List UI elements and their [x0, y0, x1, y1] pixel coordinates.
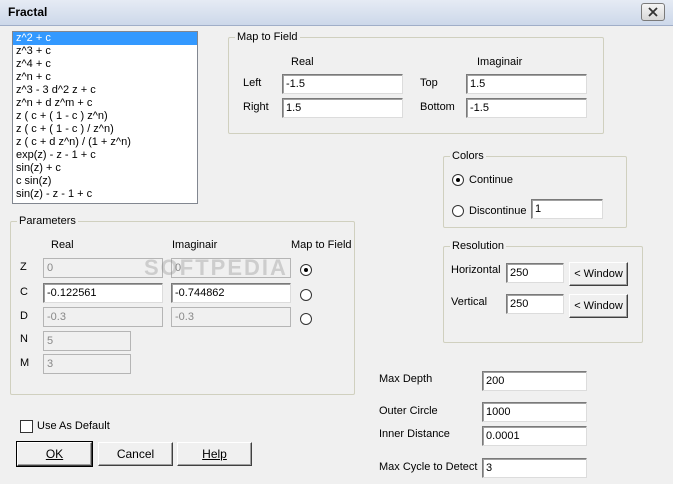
formula-list-item[interactable]: z^n + d z^m + c: [13, 97, 197, 110]
discontinue-field[interactable]: 1: [531, 199, 603, 219]
formula-list-item[interactable]: sin(z) - z - 1 + c: [13, 188, 197, 201]
formula-list-item[interactable]: z^3 + c: [13, 45, 197, 58]
help-button-label: Help: [202, 447, 227, 461]
z-imag-field[interactable]: 0: [171, 258, 291, 278]
discontinue-radio[interactable]: [452, 205, 464, 217]
left-label: Left: [243, 77, 262, 89]
vertical-label: Vertical: [451, 296, 488, 308]
max-cycle-label: Max Cycle to Detect: [379, 461, 478, 473]
close-icon: [648, 7, 658, 17]
d-real-field[interactable]: -0.3: [43, 307, 163, 327]
formula-list-item[interactable]: c sin(z): [13, 175, 197, 188]
ok-button-label: OK: [45, 447, 64, 461]
outer-circle-label: Outer Circle: [379, 405, 438, 417]
help-button[interactable]: Help: [177, 442, 252, 466]
c-map-radio[interactable]: [300, 289, 312, 301]
inner-distance-label: Inner Distance: [379, 428, 450, 440]
formula-list-item[interactable]: z ( c + ( 1 - c ) / z^n): [13, 123, 197, 136]
parameters-group-label: Parameters: [17, 214, 78, 228]
d-imag-field[interactable]: -0.3: [171, 307, 291, 327]
param-imag-header: Imaginair: [172, 239, 218, 251]
c-real-field[interactable]: -0.122561: [43, 283, 163, 303]
n-field[interactable]: 5: [43, 331, 131, 351]
formula-list-item[interactable]: z ( c + d z^n) / (1 + z^n): [13, 136, 197, 149]
map-imag-header: Imaginair: [477, 56, 523, 68]
dialog-body: z^2 + c z^3 + c z^4 + c z^n + c z^3 - 3 d^2 …: [4, 27, 669, 480]
bottom-field[interactable]: -1.5: [466, 98, 587, 118]
formula-list-item[interactable]: z^4 + c: [13, 58, 197, 71]
discontinue-label: Discontinue: [469, 205, 527, 217]
z-map-radio[interactable]: [300, 264, 312, 276]
formula-list-item[interactable]: z^2 + c: [13, 32, 197, 45]
outer-circle-field[interactable]: 1000: [482, 402, 587, 422]
c-imag-field[interactable]: -0.744862: [171, 283, 291, 303]
formula-listbox[interactable]: z^2 + c z^3 + c z^4 + c z^n + c z^3 - 3 d^2 …: [12, 31, 198, 204]
max-depth-label: Max Depth: [379, 373, 433, 385]
m-field[interactable]: 3: [43, 354, 131, 374]
z-real-field[interactable]: 0: [43, 258, 163, 278]
formula-list-item[interactable]: sin(z) + c: [13, 162, 197, 175]
formula-list-item[interactable]: z^3 - 3 d^2 z + c: [13, 84, 197, 97]
d-label: D: [20, 310, 28, 322]
formula-list-item[interactable]: z ( c + ( 1 - c ) z^n): [13, 110, 197, 123]
continue-radio[interactable]: [452, 174, 464, 186]
max-depth-field[interactable]: 200: [482, 371, 587, 391]
m-label: M: [20, 357, 30, 369]
left-field[interactable]: -1.5: [282, 74, 403, 94]
formula-list-item[interactable]: z^n + c: [13, 71, 197, 84]
horizontal-window-button[interactable]: < Window: [569, 262, 628, 286]
max-cycle-field[interactable]: 3: [482, 458, 587, 478]
use-as-default-checkbox[interactable]: [20, 420, 33, 433]
window-title: Fractal: [8, 5, 48, 19]
vertical-field[interactable]: 250: [506, 294, 564, 314]
formula-list-item[interactable]: exp(z) - z - 1 + c: [13, 149, 197, 162]
param-map-header: Map to Field: [291, 239, 352, 251]
colors-group-label: Colors: [450, 149, 486, 163]
c-label: C: [20, 286, 28, 298]
continue-label: Continue: [469, 174, 514, 186]
map-real-header: Real: [291, 56, 314, 68]
d-map-radio[interactable]: [300, 313, 312, 325]
right-field[interactable]: 1.5: [282, 98, 403, 118]
n-label: N: [20, 333, 28, 345]
horizontal-label: Horizontal: [451, 264, 501, 276]
close-button[interactable]: [641, 3, 665, 21]
z-label: Z: [20, 261, 27, 273]
title-bar: Fractal: [0, 0, 673, 26]
param-real-header: Real: [51, 239, 74, 251]
horizontal-field[interactable]: 250: [506, 263, 564, 283]
ok-button[interactable]: OK: [16, 441, 93, 467]
inner-distance-field[interactable]: 0.0001: [482, 426, 587, 446]
vertical-window-button[interactable]: < Window: [569, 294, 628, 318]
top-label: Top: [420, 77, 438, 89]
top-field[interactable]: 1.5: [466, 74, 587, 94]
right-label: Right: [243, 101, 269, 113]
map-to-field-group-label: Map to Field: [235, 30, 300, 44]
cancel-button[interactable]: Cancel: [98, 442, 173, 466]
use-as-default-label: Use As Default: [37, 420, 110, 432]
resolution-group-label: Resolution: [450, 239, 506, 253]
bottom-label: Bottom: [420, 101, 455, 113]
